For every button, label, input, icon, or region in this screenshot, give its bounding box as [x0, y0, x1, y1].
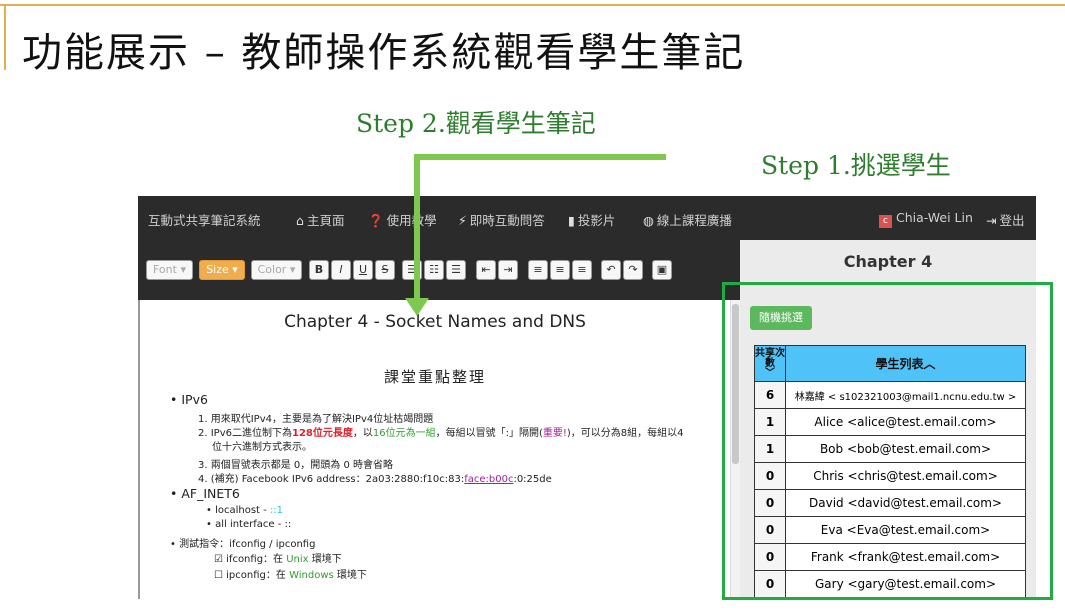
nav-item-label: 線上課程廣播: [656, 213, 732, 228]
text-link[interactable]: face:b00c: [464, 474, 513, 485]
home-icon: ⌂: [296, 213, 304, 228]
nav-item-label: 使用教學: [386, 213, 437, 228]
nav-item-label: 投影片: [577, 213, 616, 228]
indent-icon[interactable]: ⇥: [498, 260, 518, 280]
nav-item-label: 主頁面: [306, 213, 345, 228]
slide-title: 功能展示 – 教師操作系統觀看學生筆記: [22, 30, 746, 76]
user-menu[interactable]: c Chia-Wei Lin: [879, 210, 973, 228]
text-run: all interface - ::: [215, 519, 292, 530]
note-subtitle: 課堂重點整理: [383, 368, 486, 386]
align-center-icon[interactable]: ≡: [550, 260, 570, 280]
bullet-ipv6: • IPv6: [170, 392, 208, 407]
bullet-ipv6-text: IPv6: [181, 392, 208, 407]
annotation-arrow-vertical: [414, 154, 420, 301]
student-selection-highlight: [722, 282, 1053, 600]
globe-icon: ◍: [643, 213, 654, 228]
nav-item-broadcast[interactable]: ◍ 線上課程廣播: [643, 210, 732, 229]
annotation-arrow-head: [405, 298, 429, 316]
logout-link[interactable]: ⇥ 登出: [986, 210, 1025, 229]
text-run-green: 16位元為一組: [372, 428, 436, 439]
text-run: 測試指令：ifconfig / ipconfig: [179, 539, 316, 550]
text-run-green: Unix: [286, 554, 309, 565]
undo-icon[interactable]: ↶: [601, 260, 621, 280]
text-run: :0:25de: [513, 474, 552, 485]
text-run: localhost -: [215, 505, 270, 516]
text-run: )，可以分為8組，每組以4: [566, 428, 684, 439]
text-run: ☑ ifconfig：在: [214, 554, 287, 565]
editor-toolbar: Font ▾ Size ▾ Color ▾ B I U S ☰ ☷ ☰ ⇤ ⇥ …: [138, 240, 740, 300]
underline-button[interactable]: U: [353, 260, 373, 280]
font-dropdown[interactable]: Font ▾: [146, 260, 193, 280]
af-all-interface: • all interface - ::: [206, 519, 292, 530]
color-dropdown-label: Color: [257, 263, 287, 276]
bolt-icon: ⚡: [458, 213, 467, 228]
presentation-slide: 功能展示 – 教師操作系統觀看學生筆記 Step 2.觀看學生筆記 Step 1…: [0, 0, 1065, 612]
brand-link[interactable]: 互動式共享筆記系統: [148, 210, 261, 229]
ipconfig-check: ☐ ipconfig：在 Windows 環境下: [214, 566, 367, 581]
nav-item-qa[interactable]: ⚡ 即時互動問答: [458, 210, 545, 229]
text-run-green: Windows: [289, 570, 334, 581]
bold-button[interactable]: B: [309, 260, 329, 280]
size-dropdown-label: Size: [206, 263, 229, 276]
title-top-rule: [0, 4, 1065, 6]
align-left-icon[interactable]: ≡: [528, 260, 548, 280]
text-run: 環境下: [308, 554, 342, 565]
step1-label: Step 1.挑選學生: [761, 151, 951, 180]
text-run-cyan: ::1: [269, 505, 284, 516]
step2-label: Step 2.觀看學生筆記: [356, 109, 596, 138]
strikethrough-button[interactable]: S: [375, 260, 395, 280]
numbered-list-icon[interactable]: ☷: [424, 260, 444, 280]
font-dropdown-label: Font: [153, 263, 177, 276]
text-run: ，以: [352, 428, 373, 439]
logout-icon: ⇥: [986, 213, 997, 228]
ipv6-point-2-cont: 位十六進制方式表示。: [212, 442, 312, 453]
text-run: ☐ ipconfig：在: [214, 570, 290, 581]
size-dropdown[interactable]: Size ▾: [199, 260, 245, 280]
avatar: c: [879, 215, 892, 228]
test-command: • 測試指令：ifconfig / ipconfig: [170, 539, 316, 550]
af-localhost: • localhost - ::1: [206, 505, 284, 516]
title-left-rule: [4, 4, 6, 70]
nav-item-slides[interactable]: ▮ 投影片: [568, 210, 615, 229]
nav-item-label: 即時互動問答: [469, 213, 545, 228]
user-name: Chia-Wei Lin: [896, 210, 973, 225]
top-navbar: 互動式共享筆記系統 ⌂ 主頁面 ❓ 使用教學 ⚡ 即時互動問答 ▮ 投影片 ◍ 線上課程廣…: [138, 196, 1036, 240]
image-icon[interactable]: ▣: [652, 260, 672, 280]
file-icon: ▮: [568, 213, 575, 228]
ipv6-point-2: 2. IPv6二進位制下為128位元長度，以16位元為一組，每組以冒號「:」隔開…: [198, 424, 684, 439]
note-editor[interactable]: Chapter 4 - Socket Names and DNS 課堂重點整理 …: [138, 300, 730, 599]
text-run: 4. (補充) Facebook IPv6 address：2a03:2880:…: [198, 474, 465, 485]
text-run: 環境下: [333, 570, 367, 581]
bullet-af-inet6: • AF_INET6: [170, 486, 240, 501]
question-circle-icon: ❓: [368, 213, 384, 228]
checklist-icon[interactable]: ☰: [446, 260, 466, 280]
ipv6-point-1: 1. 用來取代IPv4，主要是為了解決IPv4位址枯竭問題: [198, 414, 434, 425]
ipv6-point-4: 4. (補充) Facebook IPv6 address：2a03:2880:…: [198, 470, 552, 485]
nav-item-home[interactable]: ⌂ 主頁面: [296, 210, 344, 229]
ifconfig-check: ☑ ifconfig：在 Unix 環境下: [214, 550, 342, 565]
align-right-icon[interactable]: ≡: [572, 260, 592, 280]
chapter-heading: Chapter 4: [843, 252, 933, 271]
outdent-icon[interactable]: ⇤: [476, 260, 496, 280]
bullet-af-text: AF_INET6: [181, 486, 240, 501]
text-run-magenta: 重要!: [542, 428, 567, 439]
ipv6-point-3: 3. 兩個冒號表示都是 0，開頭為 0 時會省略: [198, 460, 393, 471]
redo-icon[interactable]: ↷: [623, 260, 643, 280]
note-title: Chapter 4 - Socket Names and DNS: [284, 312, 586, 332]
color-dropdown[interactable]: Color ▾: [251, 260, 302, 280]
annotation-arrow-horizontal: [414, 154, 666, 160]
logout-label: 登出: [999, 213, 1025, 228]
text-run: ，每組以冒號「:」隔開(: [435, 428, 543, 439]
italic-button[interactable]: I: [331, 260, 351, 280]
nav-item-tutorial[interactable]: ❓ 使用教學: [368, 210, 437, 229]
